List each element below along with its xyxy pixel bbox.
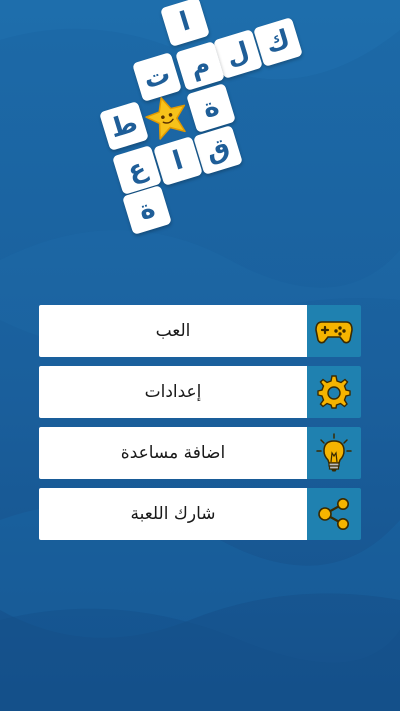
lightbulb-icon-panel[interactable] [307, 427, 361, 479]
gamepad-icon [315, 321, 353, 344]
gear-icon [317, 375, 351, 409]
menu-row-share: شارك اللعبة [39, 488, 361, 540]
menu-row-play: العب [39, 305, 361, 357]
share-icon [318, 498, 349, 530]
menu-row-settings: إعدادات [39, 366, 361, 418]
play-button[interactable]: العب [39, 305, 307, 357]
main-menu: العب إعدادات اضافة مساعدة شارك اللعبة [39, 305, 361, 549]
share-button[interactable]: شارك اللعبة [39, 488, 307, 540]
menu-row-add-help: اضافة مساعدة [39, 427, 361, 479]
gamepad-icon-panel[interactable] [307, 305, 361, 357]
lightbulb-icon [316, 433, 352, 472]
game-logo: ا ك ل م ت ط ة ق ا ع ة [0, 0, 400, 260]
gear-icon-panel[interactable] [307, 366, 361, 418]
share-icon-panel[interactable] [307, 488, 361, 540]
settings-button[interactable]: إعدادات [39, 366, 307, 418]
add-help-button[interactable]: اضافة مساعدة [39, 427, 307, 479]
logo-tile: ا [160, 0, 210, 47]
